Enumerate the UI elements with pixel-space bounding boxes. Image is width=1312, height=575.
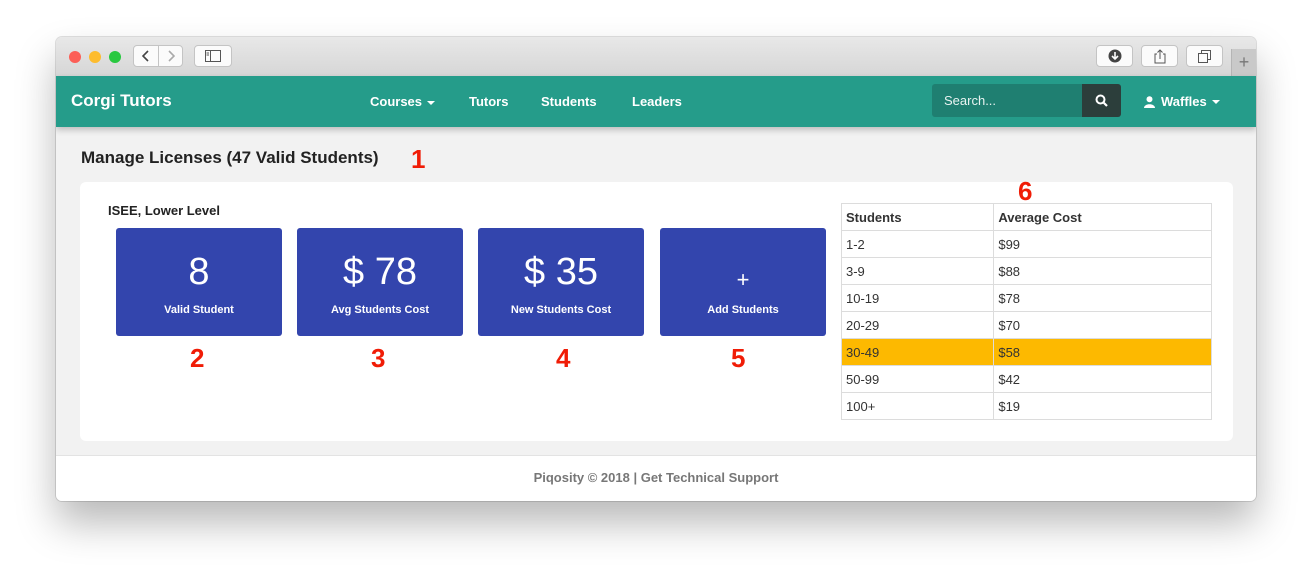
cost-cell: $99: [993, 230, 1212, 258]
students-cell: 10-19: [840, 284, 995, 312]
column-header: Average Cost: [993, 203, 1212, 231]
back-icon: [142, 50, 149, 62]
cost-cell: $19: [993, 392, 1212, 420]
browser-window: + Corgi Tutors Courses Tutors Students L…: [56, 37, 1256, 501]
caret-down-icon: [1211, 99, 1220, 104]
share-button[interactable]: [1141, 45, 1178, 67]
back-button[interactable]: [134, 46, 159, 66]
students-cell: 20-29: [840, 311, 995, 339]
students-cell: 3-9: [840, 257, 995, 285]
pricing-table: Students Average Cost 1-2 $99 3-9 $88 10-1…: [840, 203, 1212, 420]
brand-logo[interactable]: Corgi Tutors: [71, 91, 172, 111]
card-value: 8: [188, 251, 210, 293]
annotation-2: 2: [190, 343, 205, 373]
history-nav-group: [133, 45, 183, 67]
cost-cell: $78: [993, 284, 1212, 312]
annotation-3: 3: [371, 343, 386, 373]
zoom-window-button[interactable]: [109, 51, 121, 63]
highlighted-table-row: 30-49 $58: [840, 338, 1212, 366]
students-cell: 100+: [840, 392, 995, 420]
nav-courses-label: Courses: [370, 94, 423, 109]
card-label: Add Students: [707, 304, 779, 316]
card-value: $ 78: [343, 251, 417, 293]
cost-cell: $70: [993, 311, 1212, 339]
table-row: 100+ $19: [840, 392, 1212, 420]
new-tab-button[interactable]: +: [1231, 49, 1256, 76]
user-icon: [1144, 95, 1155, 108]
tabs-icon: [1198, 49, 1211, 63]
browser-titlebar: +: [56, 37, 1256, 77]
user-menu[interactable]: Waffles: [1144, 94, 1220, 109]
annotation-4: 4: [556, 343, 571, 373]
downloads-button[interactable]: [1096, 45, 1133, 67]
table-row: 1-2 $99: [840, 230, 1212, 258]
footer: Piqosity © 2018 | Get Technical Support: [56, 455, 1256, 501]
search-icon: [1095, 94, 1108, 107]
plus-icon: +: [1238, 52, 1250, 72]
forward-button[interactable]: [159, 46, 183, 66]
footer-text: Piqosity © 2018 | Get Technical Support: [533, 470, 779, 485]
card-label: Valid Student: [164, 304, 234, 316]
avg-students-cost-card: $ 78 Avg Students Cost: [297, 228, 463, 336]
forward-icon: [168, 50, 175, 62]
students-cell: 30-49: [840, 338, 995, 366]
sidebar-icon: [205, 50, 221, 62]
minimize-window-button[interactable]: [89, 51, 101, 63]
card-label: New Students Cost: [510, 304, 612, 316]
students-cell: 50-99: [840, 365, 995, 393]
nav-tutors[interactable]: Tutors: [469, 94, 508, 109]
add-students-card[interactable]: + Add Students: [660, 228, 826, 336]
user-name: Waffles: [1161, 94, 1207, 109]
search-input[interactable]: [932, 84, 1082, 117]
page-title: Manage Licenses (47 Valid Students): [81, 148, 379, 167]
close-window-button[interactable]: [69, 51, 81, 63]
plus-icon: +: [736, 267, 750, 292]
column-header: Students: [840, 203, 995, 231]
new-students-cost-card: $ 35 New Students Cost: [478, 228, 644, 336]
card-value: $ 35: [524, 251, 598, 293]
table-row: 50-99 $42: [840, 365, 1212, 393]
caret-down-icon: [427, 100, 436, 105]
annotation-6: 6: [1018, 176, 1033, 206]
table-row: 3-9 $88: [840, 257, 1212, 285]
nav-courses[interactable]: Courses: [370, 94, 436, 109]
annotation-5: 5: [731, 343, 746, 373]
nav-students[interactable]: Students: [541, 94, 597, 109]
nav-leaders[interactable]: Leaders: [632, 94, 682, 109]
students-cell: 1-2: [840, 230, 995, 258]
cost-cell: $42: [993, 365, 1212, 393]
card-label: Avg Students Cost: [331, 304, 429, 316]
cost-cell: $88: [993, 257, 1212, 285]
valid-student-card: 8 Valid Student: [116, 228, 282, 336]
site-navbar: Corgi Tutors Courses Tutors Students Lea…: [56, 76, 1256, 127]
annotation-1: 1: [411, 144, 426, 174]
cost-cell: $58: [993, 338, 1212, 366]
table-header-row: Students Average Cost: [840, 203, 1212, 231]
license-panel: ISEE, Lower Level 8 Valid Student $ 78 A…: [80, 178, 1233, 441]
section-label: ISEE, Lower Level: [108, 203, 220, 218]
download-icon: [1108, 49, 1121, 63]
show-tabs-button[interactable]: [1186, 45, 1223, 67]
share-icon: [1154, 48, 1165, 63]
search-button[interactable]: [1082, 84, 1121, 117]
sidebar-button[interactable]: [194, 45, 232, 67]
table-row: 10-19 $78: [840, 284, 1212, 312]
table-row: 20-29 $70: [840, 311, 1212, 339]
